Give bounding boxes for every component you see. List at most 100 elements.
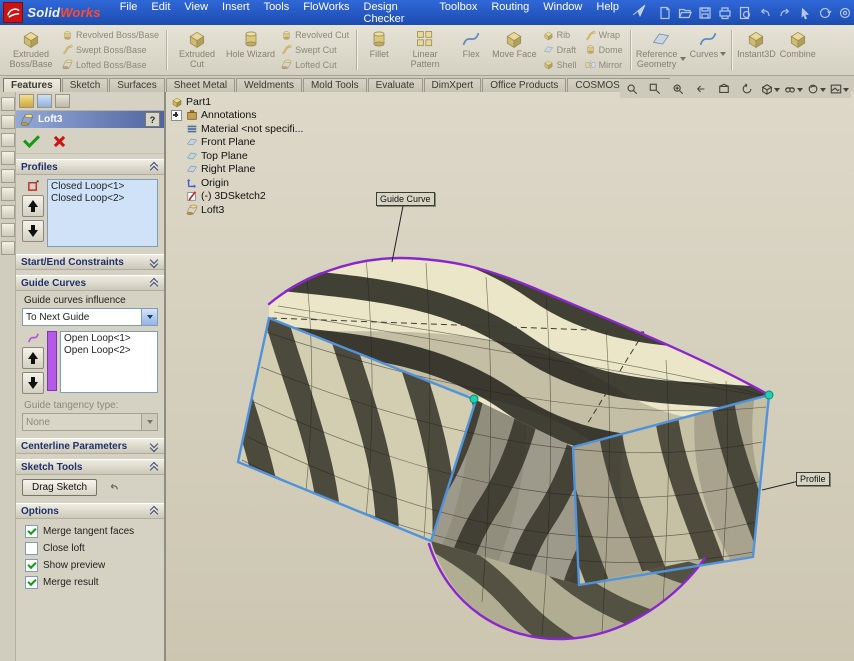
fillet-button[interactable]: Fillet: [360, 27, 398, 73]
instant3d-button[interactable]: Instant3D: [735, 27, 778, 73]
undo-sketch-button[interactable]: [105, 479, 122, 496]
help-button[interactable]: ?: [145, 112, 160, 127]
menu-toolbox[interactable]: Toolbox: [432, 0, 484, 27]
filter-faces-icon[interactable]: [1, 151, 15, 165]
move-profile-down-button[interactable]: [22, 220, 44, 242]
rib-button[interactable]: Rib: [539, 28, 581, 42]
propertymanager-tab-icon[interactable]: [37, 94, 52, 108]
start-end-constraints-section-header[interactable]: Start/End Constraints: [16, 254, 164, 270]
edit-appearance-button[interactable]: [805, 80, 827, 97]
cancel-x-icon[interactable]: [53, 135, 65, 147]
tree-row-annotations[interactable]: Annotations: [171, 109, 303, 123]
options-section-header[interactable]: Options: [16, 503, 164, 519]
merge-tangent-faces-checkbox[interactable]: [25, 525, 38, 538]
guide-curve-callout[interactable]: Guide Curve: [376, 192, 435, 206]
expand-plus-icon[interactable]: [171, 110, 182, 121]
redo-icon[interactable]: [776, 4, 794, 22]
tab-surfaces[interactable]: Surfaces: [109, 78, 164, 92]
filter-vertices-icon[interactable]: [1, 115, 15, 129]
hole-wizard-button[interactable]: Hole Wizard: [224, 27, 277, 73]
sketch-tools-section-header[interactable]: Sketch Tools: [16, 459, 164, 475]
move-face-button[interactable]: Move Face: [490, 27, 539, 73]
extruded-cut-button[interactable]: Extruded Cut: [170, 27, 224, 73]
close-loft-checkbox[interactable]: [25, 542, 38, 555]
menu-view[interactable]: View: [177, 0, 215, 27]
menu-insert[interactable]: Insert: [215, 0, 257, 27]
featuremanager-tab-icon[interactable]: [19, 94, 34, 108]
filter-toggle-icon[interactable]: [1, 97, 15, 111]
shell-button[interactable]: Shell: [539, 58, 581, 72]
move-guide-up-button[interactable]: [22, 347, 44, 369]
rebuild-icon[interactable]: [816, 4, 834, 22]
tab-features[interactable]: Features: [3, 78, 61, 92]
tab-dimxpert[interactable]: DimXpert: [424, 78, 482, 92]
filter-solid-bodies-icon[interactable]: [1, 187, 15, 201]
print-preview-icon[interactable]: [736, 4, 754, 22]
draft-button[interactable]: Draft: [539, 43, 581, 57]
save-icon[interactable]: [696, 4, 714, 22]
swept-boss-base-button[interactable]: Swept Boss/Base: [58, 43, 163, 57]
menu-floworks[interactable]: FloWorks: [296, 0, 356, 27]
new-document-icon[interactable]: [656, 4, 674, 22]
open-icon[interactable]: [676, 4, 694, 22]
ok-check-icon[interactable]: [23, 131, 40, 148]
tab-weldments[interactable]: Weldments: [236, 78, 302, 92]
profiles-listbox[interactable]: Closed Loop<1> Closed Loop<2>: [47, 179, 158, 247]
previous-view-button[interactable]: [690, 80, 712, 97]
menu-file[interactable]: File: [113, 0, 145, 27]
menu-help[interactable]: Help: [589, 0, 626, 27]
menu-edit[interactable]: Edit: [144, 0, 177, 27]
options-icon[interactable]: [836, 4, 854, 22]
linear-pattern-button[interactable]: Linear Pattern: [398, 27, 452, 73]
revolved-boss-base-button[interactable]: Revolved Boss/Base: [58, 28, 163, 42]
hide-show-items-button[interactable]: [782, 80, 804, 97]
dome-button[interactable]: Dome: [581, 43, 627, 57]
swept-cut-button[interactable]: Swept Cut: [277, 43, 353, 57]
tree-row-loft3[interactable]: Loft3: [171, 203, 303, 217]
display-style-button[interactable]: [759, 80, 781, 97]
drag-sketch-button[interactable]: Drag Sketch: [22, 479, 97, 496]
tree-row-part1[interactable]: Part1: [171, 95, 303, 109]
lofted-cut-button[interactable]: Lofted Cut: [277, 58, 353, 72]
menu-design-checker[interactable]: Design Checker: [357, 0, 433, 27]
merge-result-checkbox[interactable]: [25, 576, 38, 589]
tree-row-front-plane[interactable]: Front Plane: [171, 136, 303, 150]
profiles-section-header[interactable]: Profiles: [16, 159, 164, 175]
tree-row-right-plane[interactable]: Right Plane: [171, 163, 303, 177]
apply-scene-button[interactable]: [828, 80, 850, 97]
list-item[interactable]: Open Loop<1>: [62, 333, 156, 345]
tree-row-origin[interactable]: Origin: [171, 176, 303, 190]
menu-tools[interactable]: Tools: [257, 0, 297, 27]
zoom-in-out-button[interactable]: [667, 80, 689, 97]
guide-curves-section-header[interactable]: Guide Curves: [16, 275, 164, 291]
menu-window[interactable]: Window: [536, 0, 589, 27]
tree-row-3dsketch2[interactable]: (-) 3DSketch2: [171, 190, 303, 204]
move-profile-up-button[interactable]: [22, 195, 44, 217]
filter-edges-icon[interactable]: [1, 133, 15, 147]
tab-office-products[interactable]: Office Products: [482, 78, 566, 92]
tab-sheet-metal[interactable]: Sheet Metal: [166, 78, 235, 92]
configurationmanager-tab-icon[interactable]: [55, 94, 70, 108]
filter-surface-bodies-icon[interactable]: [1, 169, 15, 183]
tab-sketch[interactable]: Sketch: [62, 78, 109, 92]
menu-routing[interactable]: Routing: [484, 0, 536, 27]
centerline-parameters-section-header[interactable]: Centerline Parameters: [16, 438, 164, 454]
list-item[interactable]: Closed Loop<2>: [49, 193, 156, 205]
mirror-button[interactable]: Mirror: [581, 58, 627, 72]
select-pointer-icon[interactable]: [796, 4, 814, 22]
undo-icon[interactable]: [756, 4, 774, 22]
profile-callout[interactable]: Profile: [796, 472, 830, 486]
section-view-button[interactable]: [713, 80, 735, 97]
tab-evaluate[interactable]: Evaluate: [368, 78, 423, 92]
extruded-boss-base-button[interactable]: Extruded Boss/Base: [4, 27, 58, 73]
show-preview-checkbox[interactable]: [25, 559, 38, 572]
flex-button[interactable]: Flex: [452, 27, 490, 73]
wrap-button[interactable]: Wrap: [581, 28, 627, 42]
lofted-boss-base-button[interactable]: Lofted Boss/Base: [58, 58, 163, 72]
filter-sketch-points-icon[interactable]: [1, 241, 15, 255]
tree-row-material[interactable]: Material <not specifi...: [171, 122, 303, 136]
revolved-cut-button[interactable]: Revolved Cut: [277, 28, 353, 42]
guide-curves-listbox[interactable]: Open Loop<1> Open Loop<2>: [60, 331, 158, 393]
zoom-area-button[interactable]: [644, 80, 666, 97]
list-item[interactable]: Closed Loop<1>: [49, 181, 156, 193]
